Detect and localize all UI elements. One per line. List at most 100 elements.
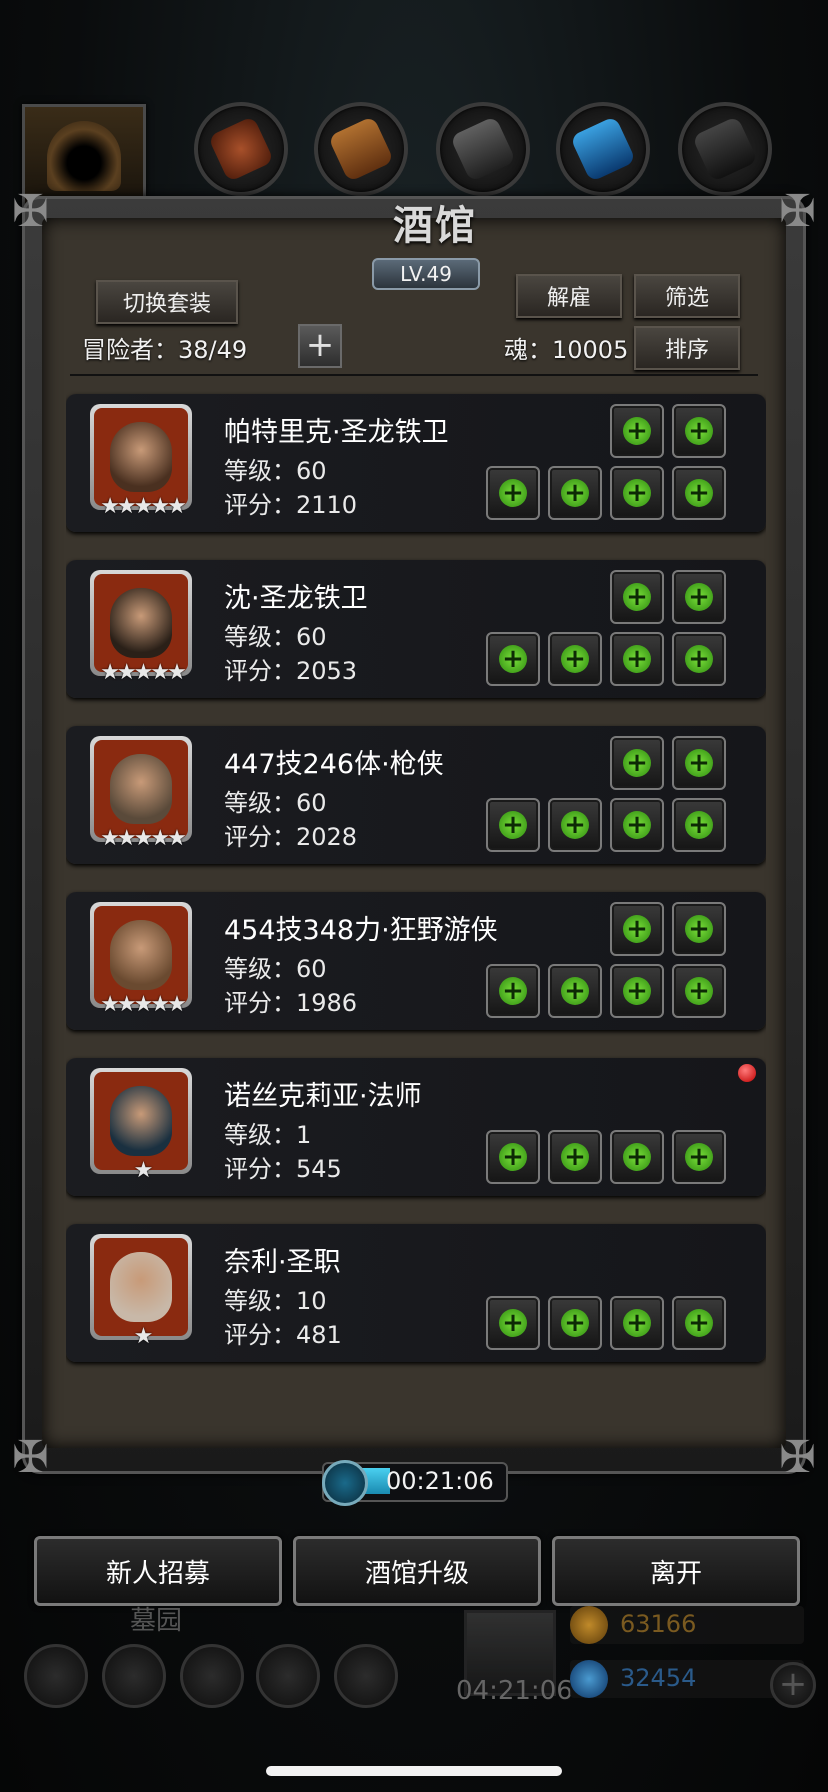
hero-portrait [94, 1238, 188, 1336]
armor-slot[interactable]: + [548, 1296, 602, 1350]
filter-button[interactable]: 筛选 [634, 274, 740, 318]
hero-name: 奈利·圣职 [224, 1247, 341, 1278]
iron-icon [449, 115, 517, 183]
armor-slot[interactable]: + [548, 1130, 602, 1184]
hero-card[interactable]: ★★★★★ 454技348力·狂野游侠 等级：60 评分：1986 + + + + + + [66, 892, 766, 1030]
hero-level: 等级：60 [224, 955, 327, 983]
ring-slot[interactable]: + [672, 466, 726, 520]
resource-slot-meat[interactable] [194, 102, 288, 196]
add-equipment-icon: + [561, 811, 589, 839]
add-equipment-icon: + [685, 749, 713, 777]
hero-name: 454技348力·狂野游侠 [224, 915, 498, 946]
soul-count: 魂：10005 [504, 336, 629, 364]
wood-icon [327, 115, 395, 183]
resource-slot-wood[interactable] [314, 102, 408, 196]
armor-slot[interactable]: + [548, 632, 602, 686]
accessory-slot[interactable]: + [610, 632, 664, 686]
hero-name: 诺丝克莉亚·法师 [224, 1081, 422, 1112]
add-equipment-icon: + [499, 645, 527, 673]
gem-counter: 32454 [570, 1660, 804, 1698]
header-divider [70, 374, 758, 376]
tavern-panel: ✠ ✠ ✠ ✠ 酒馆 LV.49 切换套装 解雇 筛选 排序 冒险者：38/49… [12, 190, 816, 1480]
weapon-slot[interactable]: + [486, 964, 540, 1018]
add-equipment-icon: + [623, 915, 651, 943]
resource-slot-stone[interactable] [678, 102, 772, 196]
ring-slot[interactable]: + [672, 1130, 726, 1184]
armor-slot[interactable]: + [548, 466, 602, 520]
add-equipment-icon: + [623, 811, 651, 839]
resource-slot-crystal[interactable] [556, 102, 650, 196]
add-currency-button[interactable]: + [770, 1662, 816, 1708]
upgrade-tavern-button[interactable]: 酒馆升级 [293, 1536, 541, 1606]
castle-icon[interactable] [180, 1644, 244, 1708]
switch-outfit-button[interactable]: 切换套装 [96, 280, 238, 324]
ring-slot[interactable]: + [672, 964, 726, 1018]
skill-slot[interactable]: + [610, 404, 664, 458]
weapon-slot[interactable]: + [486, 798, 540, 852]
add-equipment-icon: + [499, 977, 527, 1005]
hero-portrait [94, 408, 188, 506]
accessory-slot[interactable]: + [610, 1130, 664, 1184]
ring-slot[interactable]: + [672, 632, 726, 686]
resource-slot-iron[interactable] [436, 102, 530, 196]
dismiss-button[interactable]: 解雇 [516, 274, 622, 318]
star-rating: ★ [133, 1158, 154, 1183]
home-indicator[interactable] [266, 1766, 562, 1776]
add-equipment-icon: + [685, 915, 713, 943]
hero-card[interactable]: ★★★★★ 沈·圣龙铁卫 等级：60 评分：2053 + + + + + + [66, 560, 766, 698]
hero-card[interactable]: ★ 诺丝克莉亚·法师 等级：1 评分：545 + + + + [66, 1058, 766, 1196]
hero-level: 等级：60 [224, 623, 327, 651]
rune-slot[interactable]: + [672, 736, 726, 790]
add-equipment-icon: + [499, 811, 527, 839]
weapon-slot[interactable]: + [486, 466, 540, 520]
hero-name: 沈·圣龙铁卫 [224, 583, 368, 614]
accessory-slot[interactable]: + [610, 1296, 664, 1350]
hero-portrait [94, 574, 188, 672]
rune-slot[interactable]: + [672, 902, 726, 956]
hero-list[interactable]: ★★★★★ 帕特里克·圣龙铁卫 等级：60 评分：2110 + + + + + + ★★★… [66, 378, 766, 1438]
accessory-slot[interactable]: + [610, 798, 664, 852]
star-rating: ★ [133, 1324, 154, 1349]
hero-face-icon [110, 588, 172, 658]
clock-icon [322, 1460, 368, 1506]
hero-card[interactable]: ★★★★★ 447技246体·枪侠 等级：60 评分：2028 + + + + + + [66, 726, 766, 864]
ring-slot[interactable]: + [672, 1296, 726, 1350]
weapon-slot[interactable]: + [486, 1130, 540, 1184]
add-equipment-icon: + [623, 749, 651, 777]
hero-card[interactable]: ★ 奈利·圣职 等级：10 评分：481 + + + + [66, 1224, 766, 1362]
skill-slot[interactable]: + [610, 902, 664, 956]
add-equipment-icon: + [623, 977, 651, 1005]
hero-level: 等级：10 [224, 1287, 327, 1315]
emblem-icon[interactable] [102, 1644, 166, 1708]
accessory-slot[interactable]: + [610, 964, 664, 1018]
new-notification-dot [738, 1064, 756, 1082]
accessory-slot[interactable]: + [610, 466, 664, 520]
hero-portrait [94, 906, 188, 1004]
gem-value: 32454 [620, 1664, 697, 1692]
weapon-slot[interactable]: + [486, 1296, 540, 1350]
recruit-button[interactable]: 新人招募 [34, 1536, 282, 1606]
expand-capacity-button[interactable]: + [298, 324, 342, 368]
hero-card[interactable]: ★★★★★ 帕特里克·圣龙铁卫 等级：60 评分：2110 + + + + + + [66, 394, 766, 532]
ring-slot[interactable]: + [672, 798, 726, 852]
add-equipment-icon: + [685, 479, 713, 507]
hero-face-icon [110, 1252, 172, 1322]
weapon-slot[interactable]: + [486, 632, 540, 686]
settings-icon[interactable] [24, 1644, 88, 1708]
armor-slot[interactable]: + [548, 964, 602, 1018]
rune-slot[interactable]: + [672, 404, 726, 458]
leave-button[interactable]: 离开 [552, 1536, 800, 1606]
star-rating: ★★★★★ [100, 494, 187, 519]
hero-face-icon [110, 422, 172, 492]
skill-slot[interactable]: + [610, 736, 664, 790]
skill-slot[interactable]: + [610, 570, 664, 624]
hero-name: 帕特里克·圣龙铁卫 [224, 417, 449, 448]
add-equipment-icon: + [623, 479, 651, 507]
rune-slot[interactable]: + [672, 570, 726, 624]
map-icon[interactable] [334, 1644, 398, 1708]
sort-button[interactable]: 排序 [634, 326, 740, 370]
armor-slot[interactable]: + [548, 798, 602, 852]
gold-coin-icon [570, 1606, 608, 1644]
mail-icon[interactable] [256, 1644, 320, 1708]
hero-portrait [94, 1072, 188, 1170]
